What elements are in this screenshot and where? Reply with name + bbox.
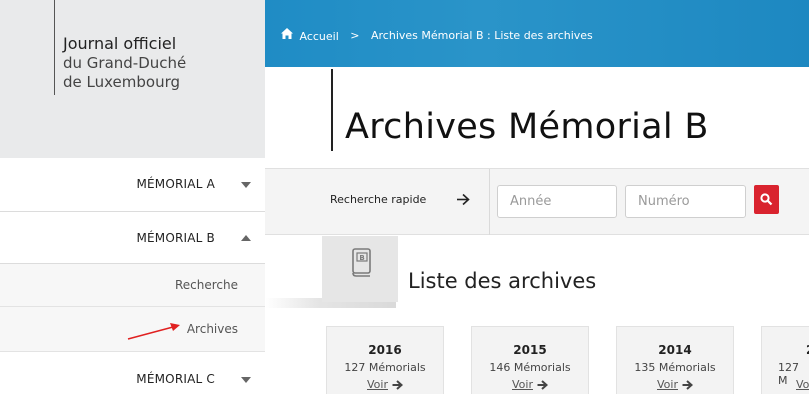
year-card: 2014 135 Mémorials Voir <box>616 326 734 394</box>
voir-label: Voir <box>512 378 533 391</box>
search-button[interactable] <box>754 185 779 214</box>
sidebar-item-label: MÉMORIAL A <box>136 177 215 191</box>
home-link[interactable]: Accueil <box>281 28 339 43</box>
section-title: Liste des archives <box>408 269 597 293</box>
caret-up-icon <box>241 235 251 241</box>
title-area: Archives Mémorial B <box>265 67 809 168</box>
search-icon <box>760 193 773 206</box>
arrow-right-icon <box>392 380 403 390</box>
site-logo[interactable]: Journal officiel du Grand-Duché de Luxem… <box>0 0 265 158</box>
page-root: Journal officiel du Grand-Duché de Luxem… <box>0 0 809 394</box>
sidebar-item-label: MÉMORIAL B <box>136 231 215 245</box>
caret-down-icon <box>241 182 251 188</box>
year-card: 2 127 M Vo <box>761 326 809 394</box>
voir-link[interactable]: Vo <box>796 378 809 391</box>
caret-down-icon <box>241 377 251 383</box>
sidebar-subitem-recherche[interactable]: Recherche <box>0 264 265 307</box>
sidebar-subitem-label: Recherche <box>174 278 238 292</box>
voir-label: Voir <box>367 378 388 391</box>
breadcrumb: Accueil > Archives Mémorial B : Liste de… <box>281 28 593 43</box>
arrow-right-icon <box>457 193 470 206</box>
memorial-count: 135 Mémorials <box>634 361 716 374</box>
voir-link[interactable]: Voir <box>472 378 588 391</box>
logo-title-line-1: Journal officiel <box>63 34 177 53</box>
breadcrumb-home: Accueil <box>299 29 339 43</box>
sidebar-subitem-label: Archives <box>186 322 238 336</box>
sidebar: Journal officiel du Grand-Duché de Luxem… <box>0 0 265 394</box>
year-label: 2015 <box>513 343 547 357</box>
annotation-arrow <box>127 323 180 340</box>
memorial-count: 127 Mémorials <box>344 361 426 374</box>
memorial-count: 146 Mémorials <box>489 361 571 374</box>
book-icon-letter: B <box>359 254 364 262</box>
logo-title-line-2: du Grand-Duché <box>63 54 187 72</box>
page-title: Archives Mémorial B <box>345 107 709 147</box>
quick-search-bar: Recherche rapide <box>265 168 809 235</box>
quick-search-label: Recherche rapide <box>330 193 427 206</box>
voir-link[interactable]: Voir <box>327 378 443 391</box>
arrow-right-icon <box>537 380 548 390</box>
divider <box>489 169 490 235</box>
header-bar: Accueil > Archives Mémorial B : Liste de… <box>265 0 809 67</box>
sidebar-item-memorial-b[interactable]: MÉMORIAL B <box>0 212 265 264</box>
title-accent-bar <box>331 69 333 151</box>
sidebar-item-memorial-c[interactable]: MÉMORIAL C <box>0 352 265 394</box>
logo-title-line-3: de Luxembourg <box>63 73 181 91</box>
breadcrumb-current: Archives Mémorial B : Liste des archives <box>371 28 593 42</box>
year-card: 2016 127 Mémorials Voir <box>326 326 444 394</box>
book-icon: B <box>352 248 371 277</box>
arrow-right-icon <box>682 380 693 390</box>
voir-label: Voir <box>657 378 678 391</box>
logo-divider <box>54 0 55 95</box>
year-input[interactable] <box>497 185 617 218</box>
breadcrumb-separator: > <box>350 28 360 42</box>
sidebar-item-label: MÉMORIAL C <box>136 372 215 386</box>
voir-link[interactable]: Voir <box>617 378 733 391</box>
year-label: 2016 <box>368 343 402 357</box>
sidebar-item-memorial-a[interactable]: MÉMORIAL A <box>0 158 265 212</box>
home-icon <box>281 28 293 39</box>
year-label: 2014 <box>658 343 692 357</box>
year-card: 2015 146 Mémorials Voir <box>471 326 589 394</box>
number-input[interactable] <box>625 185 746 218</box>
section-header: B Liste des archives <box>265 236 809 316</box>
voir-label: Vo <box>796 378 809 391</box>
